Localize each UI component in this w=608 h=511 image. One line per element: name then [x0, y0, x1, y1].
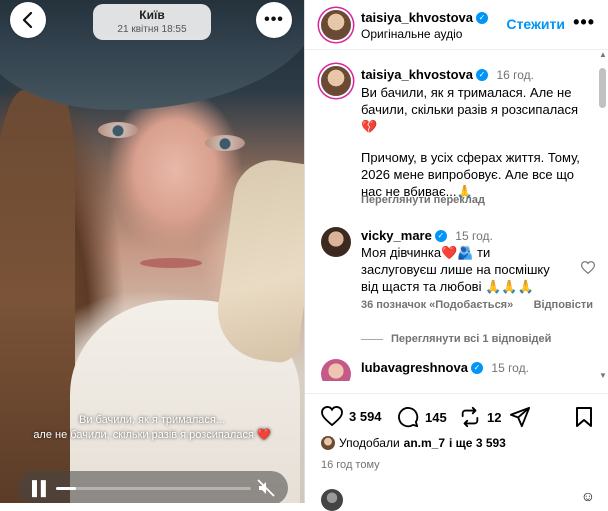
location-tag[interactable]: Київ 21 квітня 18:55 — [93, 4, 211, 40]
audio-link[interactable]: Оригінальне аудіо — [361, 27, 462, 41]
liker-avatar[interactable] — [321, 436, 335, 450]
scroll-up-arrow[interactable]: ▲ — [599, 50, 607, 59]
story-date: 21 квітня 18:55 — [117, 24, 187, 35]
author-avatar[interactable] — [321, 10, 351, 40]
scrollbar-thumb[interactable] — [599, 68, 606, 108]
caption-author-avatar[interactable] — [321, 66, 351, 96]
verified-icon: ✓ — [434, 229, 447, 242]
commenter-avatar[interactable] — [321, 227, 351, 257]
post-timestamp: 16 год тому — [321, 459, 380, 471]
post-header: taisiya_khvostova ✓ Оригінальне аудіо Сте… — [305, 0, 608, 50]
comment-time: 15 год. — [455, 229, 493, 243]
comment-action[interactable]: 145 — [397, 406, 447, 428]
video-caption-line-1: Ви бачили, як я трималася... — [79, 414, 225, 426]
scrollbar[interactable]: ▲ ▼ — [599, 50, 607, 380]
emoji-icon[interactable]: ☺ — [581, 488, 595, 504]
chevron-left-icon — [22, 12, 33, 28]
progress-bar[interactable] — [56, 487, 251, 490]
verified-icon: ✓ — [476, 68, 489, 81]
caption-time: 16 год. — [496, 68, 535, 82]
like-action[interactable]: 3 594 — [321, 406, 382, 426]
see-translation-link[interactable]: Переглянути переклад — [361, 194, 485, 206]
comments-count[interactable]: 145 — [425, 410, 447, 425]
comment-text: Моя дівчинка❤️🫂 ти заслуговуєш лише на п… — [361, 245, 550, 294]
author-username[interactable]: taisiya_khvostova — [361, 10, 473, 25]
video-player-controls: ▌▌ — [18, 471, 288, 503]
repost-action[interactable]: 12 — [459, 406, 501, 428]
replies-divider — [361, 338, 383, 340]
more-options-button[interactable]: ••• — [573, 12, 595, 33]
comment-icon — [398, 407, 419, 428]
pause-button[interactable]: ▌▌ — [32, 480, 51, 496]
more-icon: ••• — [264, 11, 284, 28]
verified-icon: ✓ — [476, 11, 489, 24]
comment-time: 15 год. — [491, 361, 529, 375]
likes-count[interactable]: 3 594 — [349, 409, 382, 424]
liked-by-user[interactable]: an.m_7 — [404, 436, 445, 450]
back-button[interactable] — [10, 2, 46, 38]
verified-icon: ✓ — [470, 361, 483, 374]
options-button[interactable]: ••• — [256, 2, 292, 38]
reposts-count[interactable]: 12 — [487, 410, 501, 425]
commenter-avatar[interactable] — [321, 359, 351, 381]
reply-button[interactable]: Відповісти — [534, 299, 593, 311]
liked-by-prefix: Уподобали — [339, 436, 400, 450]
repost-icon — [461, 406, 479, 428]
video-caption-line-2: але не бачили, скільки разів я розсипала… — [33, 429, 271, 441]
caption-paragraph-1: Ви бачили, як я трималася. Але не бачили… — [361, 85, 579, 134]
share-action[interactable] — [509, 406, 531, 428]
scroll-down-arrow[interactable]: ▼ — [599, 371, 607, 380]
post-panel: taisiya_khvostova ✓ Оригінальне аудіо Сте… — [304, 0, 608, 511]
caption-author-username[interactable]: taisiya_khvostova — [361, 67, 473, 82]
speaker-muted-icon — [257, 479, 275, 497]
comments-scroll-area[interactable]: taisiya_khvostova ✓ 16 год. Ви бачили, як… — [305, 51, 599, 381]
caption-paragraph-2: Причому, в усіх сферах життя. Тому, 2026… — [361, 150, 580, 199]
heart-icon — [321, 406, 343, 426]
location-name: Київ — [139, 8, 165, 22]
mute-button[interactable] — [256, 478, 276, 503]
view-replies-link[interactable]: Переглянути всі 1 відповідей — [391, 333, 551, 345]
progress-fill — [56, 487, 76, 490]
follow-button[interactable]: Стежити — [506, 16, 565, 32]
liked-by-line: Уподобали an.m_7 і ще 3 593 — [321, 436, 506, 450]
comment-likes-count[interactable]: 36 позначок «Подобається» — [361, 299, 513, 311]
save-action[interactable] — [575, 406, 593, 428]
comment-username[interactable]: vicky_mare — [361, 228, 432, 243]
post-actions: 3 594 145 12 Уподобали an.m_7 і ще 3 593… — [305, 393, 608, 511]
like-comment-heart-icon[interactable] — [581, 261, 595, 274]
comment-username[interactable]: lubavagreshnova — [361, 360, 468, 375]
bookmark-icon — [576, 407, 592, 427]
add-comment-row[interactable]: ☺ — [305, 486, 608, 511]
viewer-avatar — [321, 489, 343, 511]
share-icon — [509, 406, 531, 428]
liked-by-others[interactable]: і ще 3 593 — [449, 436, 506, 450]
story-video[interactable]: Київ 21 квітня 18:55 ••• Ви бачили, як я… — [0, 0, 304, 503]
